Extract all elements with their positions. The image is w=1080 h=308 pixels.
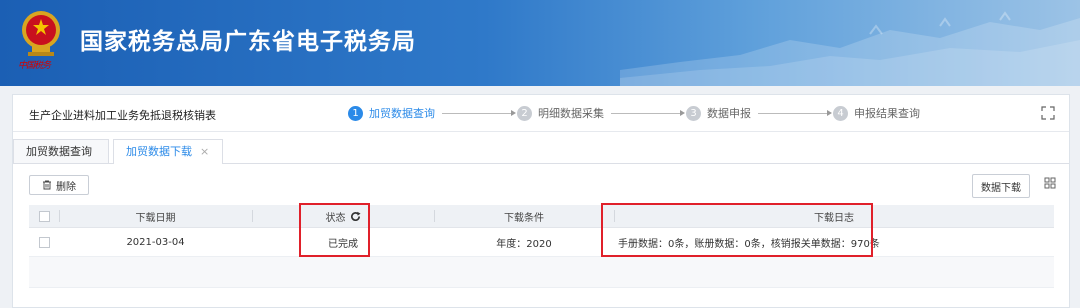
step-arrow-icon xyxy=(442,109,516,116)
site-title: 国家税务总局广东省电子税务局 xyxy=(80,29,416,55)
table-header: 下载日期 状态 下载条件 下载日志 xyxy=(29,205,1054,228)
step-number: 2 xyxy=(517,105,532,121)
form-title: 生产企业进料加工业务免抵退税核销表 xyxy=(29,109,216,122)
download-label: 数据下载 xyxy=(981,182,1021,194)
download-condition: 年度：2020 xyxy=(496,238,552,250)
tab-trade-data-query[interactable]: 加贸数据查询 xyxy=(13,139,109,163)
fullscreen-icon[interactable] xyxy=(1041,106,1055,120)
step-arrow-icon xyxy=(611,109,685,116)
column-header: 下载条件 xyxy=(434,205,614,227)
step-2[interactable]: 2 明细数据采集 xyxy=(517,105,604,121)
main-panel: 生产企业进料加工业务免抵退税核销表 1 加贸数据查询 2 明细数据采集 3 数据… xyxy=(12,94,1070,308)
tab-label: 加贸数据查询 xyxy=(26,145,92,158)
step-1[interactable]: 1 加贸数据查询 xyxy=(348,105,435,121)
step-number: 3 xyxy=(686,105,701,121)
step-label: 加贸数据查询 xyxy=(369,107,435,120)
select-all-cell xyxy=(29,205,59,227)
select-all-checkbox[interactable] xyxy=(38,210,50,222)
row-select-cell xyxy=(29,228,59,256)
empty-row xyxy=(29,257,1054,288)
column-header-status: 状态 xyxy=(252,205,434,227)
tab-trade-data-download[interactable]: 加贸数据下载 × xyxy=(113,139,223,164)
table-row[interactable]: 2021-03-04 已完成 年度：2020 手册数据：0条，账册数据：0条，核… xyxy=(29,228,1054,257)
header-divider xyxy=(13,131,1069,132)
great-wall-decoration xyxy=(620,11,1080,86)
column-settings-icon[interactable] xyxy=(1044,177,1056,189)
download-log: 手册数据：0条，账册数据：0条，核销报关单数据：970条 xyxy=(618,238,880,250)
data-download-button[interactable]: 数据下载 xyxy=(972,174,1030,198)
column-header: 下载日期 xyxy=(59,205,252,227)
step-4[interactable]: 4 申报结果查询 xyxy=(833,105,920,121)
column-header: 下载日志 xyxy=(614,205,1054,227)
close-icon[interactable]: × xyxy=(200,145,209,158)
download-date: 2021-03-04 xyxy=(126,236,185,248)
step-label: 数据申报 xyxy=(707,107,751,120)
step-number: 4 xyxy=(833,105,848,121)
tab-label: 加贸数据下载 xyxy=(126,145,192,158)
delete-button[interactable]: 删除 xyxy=(29,175,89,195)
step-3[interactable]: 3 数据申报 xyxy=(686,105,751,121)
row-checkbox[interactable] xyxy=(38,236,50,248)
status-value: 已完成 xyxy=(328,238,358,250)
trash-icon xyxy=(43,180,51,190)
step-label: 明细数据采集 xyxy=(538,107,604,120)
download-table: 下载日期 状态 下载条件 下载日志 2021-03-04 已完成 年度：2020… xyxy=(29,205,1054,288)
step-label: 申报结果查询 xyxy=(854,107,920,120)
column-header: 状态 xyxy=(325,212,346,224)
delete-label: 删除 xyxy=(56,181,76,193)
header-banner: 中国税务 国家税务总局广东省电子税务局 xyxy=(0,0,1080,86)
tab-bar: 加贸数据查询 加贸数据下载 × xyxy=(13,139,1069,164)
tax-emblem-icon xyxy=(22,11,60,56)
step-number: 1 xyxy=(348,105,363,121)
refresh-icon[interactable] xyxy=(350,211,361,222)
step-progress: 1 加贸数据查询 2 明细数据采集 3 数据申报 4 申报结果查询 xyxy=(348,104,920,122)
emblem-caption: 中国税务 xyxy=(18,61,51,71)
step-arrow-icon xyxy=(758,109,832,116)
